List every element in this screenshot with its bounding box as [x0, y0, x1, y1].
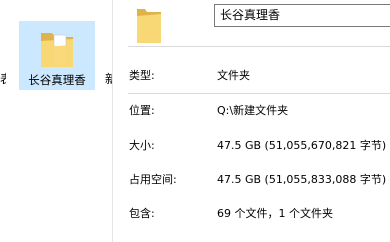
type-value: 文件夹 [217, 69, 250, 82]
selected-folder-item[interactable]: 长谷真理香 [19, 21, 95, 90]
folder-icon [41, 33, 73, 67]
folder-icon [137, 9, 161, 43]
location-value: Q:\新建文件夹 [217, 104, 289, 117]
size-on-disk-label: 占用空间: [129, 173, 177, 186]
neighbor-item-label[interactable]: 新 [105, 72, 112, 86]
selected-folder-name: 长谷真理香 [28, 73, 86, 87]
folder-name-field[interactable]: 长谷真理香 [214, 4, 390, 27]
separator [128, 93, 390, 94]
location-label: 位置: [129, 104, 155, 117]
properties-dialog: 长谷真理香 类型: 文件夹 位置: Q:\新建文件夹 大小: 47.5 GB (… [112, 0, 390, 242]
contains-value: 69 个文件，1 个文件夹 [217, 207, 333, 220]
screenshot-root: 表 长谷真理香 新 长谷真理香 类型: 文件夹 位置: Q:\新建文件夹 大小:… [0, 0, 390, 242]
size-on-disk-value: 47.5 GB (51,055,833,088 字节) [217, 173, 387, 186]
separator [128, 46, 390, 47]
contains-label: 包含: [129, 207, 155, 220]
neighbor-item-label[interactable]: 表 [0, 72, 6, 86]
size-label: 大小: [129, 139, 155, 152]
file-explorer-pane: 表 长谷真理香 新 [0, 0, 112, 242]
type-label: 类型: [129, 69, 155, 82]
size-value: 47.5 GB (51,055,670,821 字节) [217, 139, 387, 152]
